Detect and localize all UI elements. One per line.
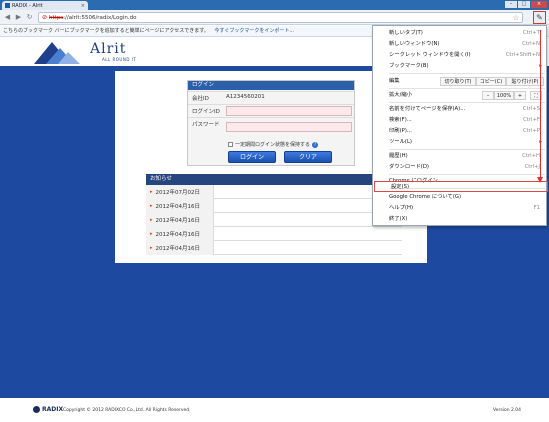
menu-zoom: 拡大/縮小 – 100% + ⛶ bbox=[373, 90, 546, 101]
notice-date: 2012年07月02日 bbox=[155, 189, 201, 196]
login-id-input[interactable] bbox=[226, 106, 352, 116]
login-form: ログイン 会社ID A1234560201 ログインID パスワード 一定期間ロ… bbox=[187, 80, 355, 166]
login-id-row: ログインID bbox=[188, 104, 354, 116]
annotation-arrow-line bbox=[540, 30, 541, 180]
reload-icon[interactable]: ↻ bbox=[25, 13, 34, 22]
notice-title: お知らせ bbox=[146, 174, 402, 185]
menu-new-tab[interactable]: 新しいタブ(T) Ctrl+T bbox=[373, 28, 546, 39]
browser-toolbar: ◀ ▶ ↻ ⊘ https ://alrit:5506/radix/Login.… bbox=[0, 10, 549, 25]
minimize-button[interactable]: – bbox=[505, 1, 517, 8]
footer-logo: RADIX bbox=[33, 406, 63, 413]
menu-separator bbox=[389, 102, 545, 103]
menu-settings[interactable]: 設定(S) bbox=[374, 181, 548, 192]
bullet-arrow-icon: ▸ bbox=[150, 202, 153, 209]
menu-separator bbox=[389, 73, 545, 74]
menu-edit: 編集 切り取り(T) コピー(C) 貼り付け(P) bbox=[373, 76, 546, 87]
wrench-menu-icon[interactable]: ✎ bbox=[533, 11, 546, 24]
bullet-arrow-icon: ▸ bbox=[150, 188, 153, 195]
menu-copy-button[interactable]: コピー(C) bbox=[476, 77, 506, 86]
login-title: ログイン bbox=[188, 81, 354, 90]
annotation-arrow-head-icon bbox=[537, 177, 543, 183]
menu-paste-button[interactable]: 貼り付け(P) bbox=[506, 77, 544, 86]
menu-downloads[interactable]: ダウンロード(D) Ctrl+J bbox=[373, 162, 546, 173]
title-bar: RADIX - Alrit × – □ × bbox=[0, 0, 549, 10]
bookmark-star-icon[interactable]: ☆ bbox=[513, 14, 519, 22]
insecure-lock-icon: ⊘ bbox=[42, 14, 48, 21]
menu-exit[interactable]: 終了(X) bbox=[373, 214, 546, 225]
notice-row[interactable]: ▸ 2012年04月16日 bbox=[146, 240, 402, 255]
menu-incognito[interactable]: シークレット ウィンドウを開く(I) Ctrl+Shift+N bbox=[373, 50, 546, 61]
menu-separator bbox=[389, 149, 545, 150]
logo-tagline: ALL ROUND IT bbox=[102, 57, 137, 62]
bullet-arrow-icon: ▸ bbox=[150, 216, 153, 223]
browser-tab[interactable]: RADIX - Alrit × bbox=[2, 1, 88, 10]
menu-tools[interactable]: ツール(L)▸ bbox=[373, 137, 546, 148]
notice-date: 2012年04月16日 bbox=[155, 217, 201, 224]
address-bar[interactable]: ⊘ https ://alrit:5506/radix/Login.do ☆ bbox=[38, 12, 523, 23]
menu-separator bbox=[389, 88, 545, 89]
window-controls: – □ × bbox=[505, 1, 547, 8]
logo-text: Alrit bbox=[90, 41, 127, 57]
import-bookmarks-link[interactable]: 今すぐブックマークをインポート... bbox=[214, 28, 294, 34]
bullet-arrow-icon: ▸ bbox=[150, 230, 153, 237]
close-window-button[interactable]: × bbox=[531, 1, 547, 8]
remember-login-label: 一定期間ログイン状態を保持する bbox=[235, 142, 311, 148]
footer-copyright: Copyright © 2012 RADIXCO Co.,Ltd. All Ri… bbox=[63, 408, 191, 413]
clear-button[interactable]: クリア bbox=[284, 151, 332, 163]
company-row: 会社ID A1234560201 bbox=[188, 91, 354, 103]
zoom-out-button[interactable]: – bbox=[482, 91, 494, 100]
notice-panel: お知らせ ▸ 2012年07月02日 ▸ 2012年04月16日 ▸ 2012年04月… bbox=[146, 174, 402, 256]
bookmark-bar-text: こちらのブックマーク バーにブックマークを追加すると簡単にページにアクセスできま… bbox=[3, 28, 209, 34]
menu-help[interactable]: ヘルプ(H) F1 bbox=[373, 203, 546, 214]
radix-logo-icon bbox=[33, 406, 40, 413]
notice-date: 2012年04月16日 bbox=[155, 245, 201, 252]
remember-login-row: 一定期間ログイン状態を保持する ? bbox=[228, 141, 319, 148]
notice-row[interactable]: ▸ 2012年04月16日 bbox=[146, 198, 402, 213]
notice-date: 2012年04月16日 bbox=[155, 231, 201, 238]
login-button[interactable]: ログイン bbox=[228, 151, 276, 163]
url-scheme: https bbox=[49, 14, 64, 21]
menu-save-page[interactable]: 名前を付けてページを保存(A)... Ctrl+S bbox=[373, 104, 546, 115]
company-value: A1234560201 bbox=[226, 94, 265, 100]
footer-brand: RADIX bbox=[42, 406, 64, 413]
password-row: パスワード bbox=[188, 117, 354, 137]
menu-history[interactable]: 履歴(H) Ctrl+H bbox=[373, 151, 546, 162]
menu-find[interactable]: 検索(F)... Ctrl+F bbox=[373, 115, 546, 126]
tab-close-icon[interactable]: × bbox=[81, 3, 85, 9]
zoom-level: 100% bbox=[494, 91, 514, 100]
menu-new-window[interactable]: 新しいウィンドウ(N) Ctrl+N bbox=[373, 39, 546, 50]
alrit-logo: Alrit ALL ROUND IT bbox=[30, 40, 150, 66]
notice-row[interactable]: ▸ 2012年07月02日 bbox=[146, 184, 402, 199]
tab-title: RADIX - Alrit bbox=[12, 2, 43, 9]
menu-cut-button[interactable]: 切り取り(T) bbox=[440, 77, 476, 86]
menu-print[interactable]: 印刷(P)... Ctrl+P bbox=[373, 126, 546, 137]
page-footer: RADIX Copyright © 2012 RADIXCO Co.,Ltd. … bbox=[0, 398, 549, 422]
menu-bookmarks[interactable]: ブックマーク(B)▸ bbox=[373, 61, 546, 72]
login-id-label: ログインID bbox=[192, 109, 220, 115]
zoom-in-button[interactable]: + bbox=[514, 91, 526, 100]
help-icon[interactable]: ? bbox=[312, 141, 319, 148]
chrome-menu: 新しいタブ(T) Ctrl+T 新しいウィンドウ(N) Ctrl+N シークレット … bbox=[372, 25, 548, 226]
logo-mark-icon bbox=[34, 42, 80, 64]
favicon-icon bbox=[5, 3, 10, 8]
menu-separator bbox=[389, 174, 545, 175]
maximize-button[interactable]: □ bbox=[518, 1, 530, 8]
notice-row[interactable]: ▸ 2012年04月16日 bbox=[146, 212, 402, 227]
notice-row[interactable]: ▸ 2012年04月16日 bbox=[146, 226, 402, 241]
forward-icon[interactable]: ▶ bbox=[14, 13, 23, 22]
password-label: パスワード bbox=[192, 122, 220, 128]
company-label: 会社ID bbox=[192, 96, 209, 102]
footer-version: Version 2.04 bbox=[493, 408, 521, 413]
notice-date: 2012年04月16日 bbox=[155, 203, 201, 210]
url-path: ://alrit:5506/radix/Login.do bbox=[63, 14, 137, 21]
menu-about-chrome[interactable]: Google Chrome について(G) bbox=[373, 192, 546, 203]
remember-login-checkbox[interactable] bbox=[228, 142, 233, 147]
bullet-arrow-icon: ▸ bbox=[150, 244, 153, 251]
back-icon[interactable]: ◀ bbox=[3, 13, 12, 22]
password-input[interactable] bbox=[226, 122, 352, 132]
